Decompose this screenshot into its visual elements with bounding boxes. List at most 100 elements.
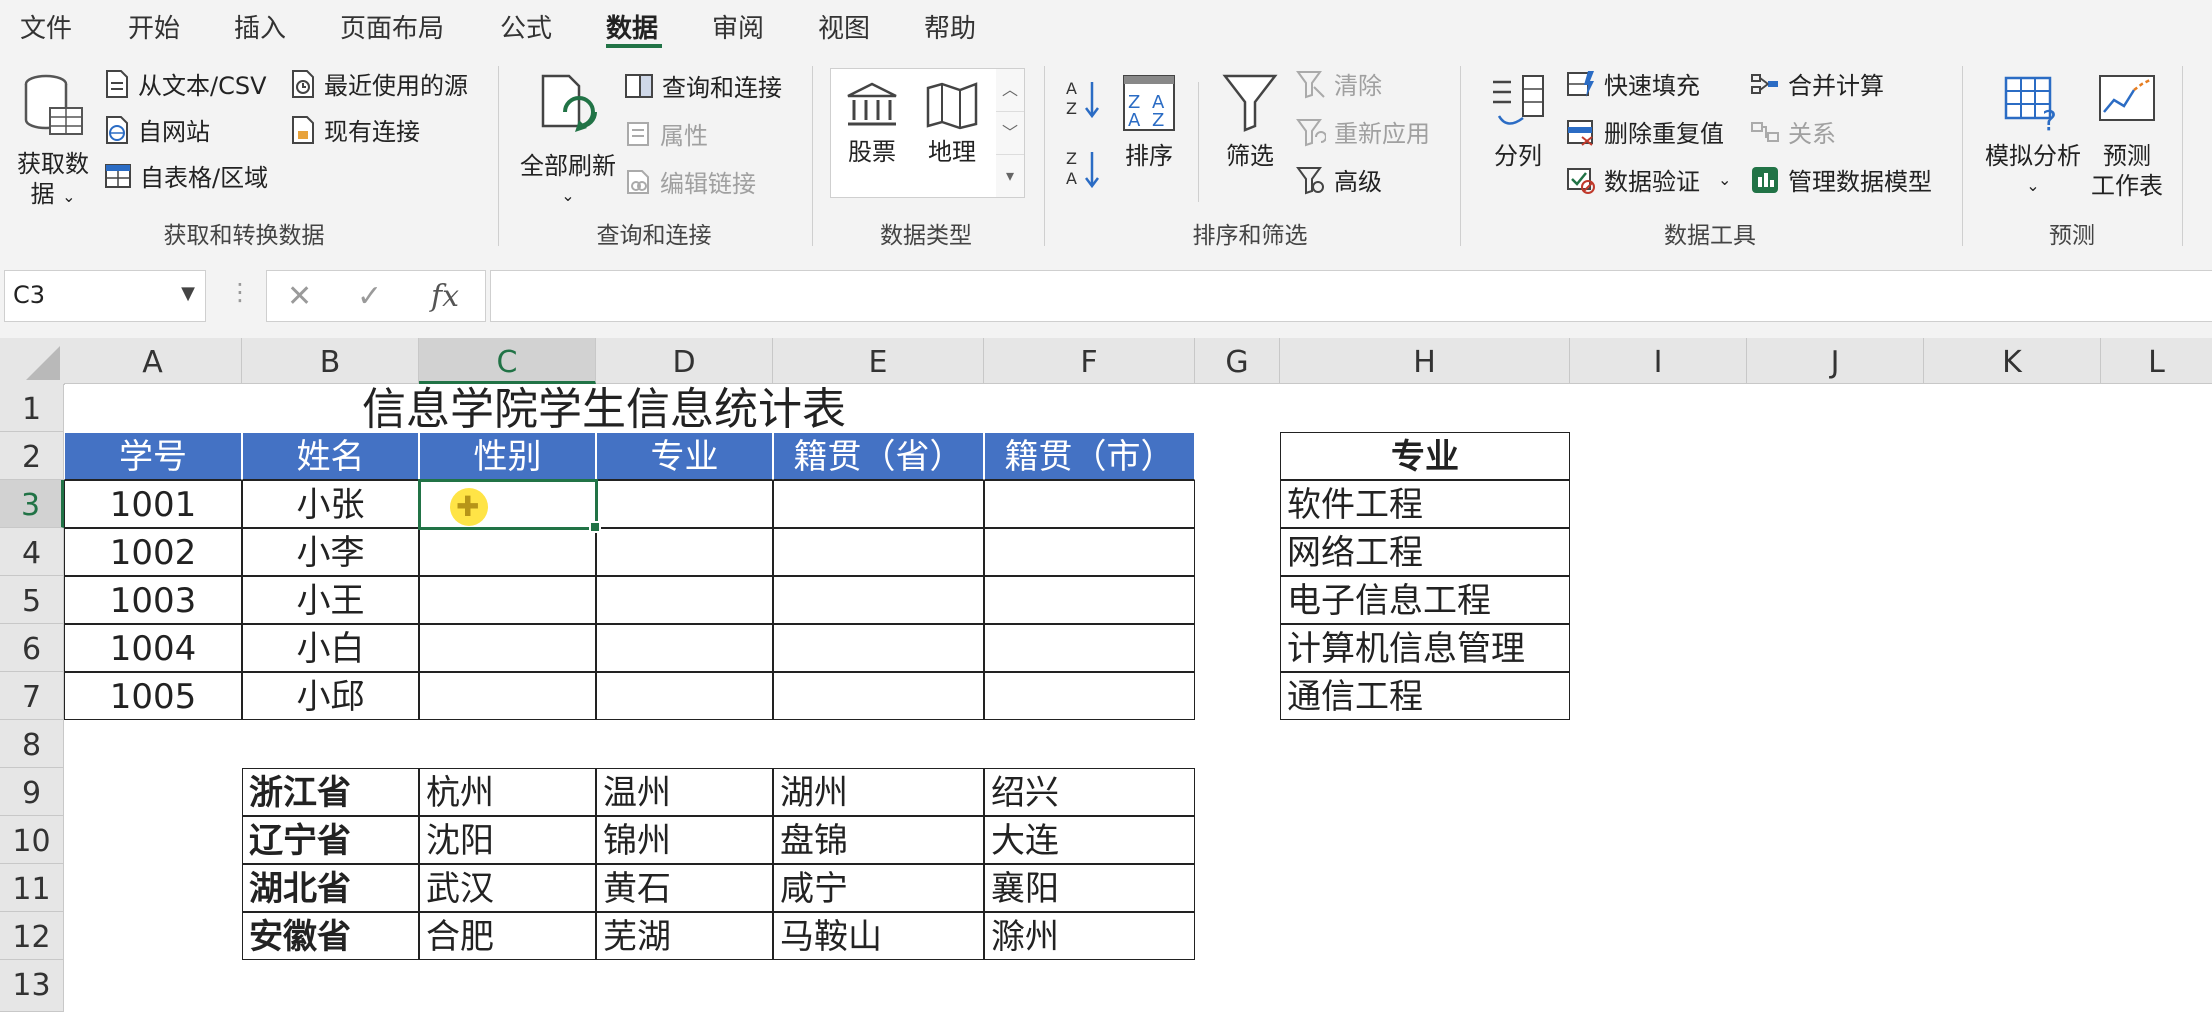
name-box[interactable]: C3 ▼: [4, 270, 206, 322]
sheet-title[interactable]: 信息学院学生信息统计表: [362, 386, 846, 434]
cell-E7[interactable]: [773, 672, 984, 720]
row-header-1[interactable]: 1: [0, 384, 64, 432]
column-header-H[interactable]: H: [1280, 338, 1570, 384]
column-header-G[interactable]: G: [1195, 338, 1280, 384]
cell-F12[interactable]: 滁州: [984, 912, 1195, 960]
sort-button[interactable]: ZAAZ 排序: [1114, 72, 1184, 171]
cell-C7[interactable]: [419, 672, 596, 720]
sort-ascending-button[interactable]: AZ: [1064, 76, 1102, 120]
stocks-button[interactable]: 股票: [836, 80, 908, 167]
cell-D9[interactable]: 温州: [596, 768, 773, 816]
row-header-10[interactable]: 10: [0, 816, 64, 864]
cell-C9[interactable]: 杭州: [419, 768, 596, 816]
column-header-A[interactable]: A: [64, 338, 242, 384]
cell-H7[interactable]: 通信工程: [1280, 672, 1570, 720]
what-if-analysis-button[interactable]: ? 模拟分析 ⌄: [1978, 72, 2088, 201]
tab-data[interactable]: 数据: [606, 8, 658, 45]
cell-B9[interactable]: 浙江省: [242, 768, 419, 816]
tab-view[interactable]: 视图: [818, 8, 870, 45]
header-cell-F2[interactable]: 籍贯（市）: [984, 432, 1195, 480]
chevron-down-icon[interactable]: ⌄: [1718, 170, 1731, 189]
recent-sources-button[interactable]: 最近使用的源: [290, 66, 468, 101]
enter-icon[interactable]: ✓: [357, 279, 382, 314]
cell-E3[interactable]: [773, 480, 984, 528]
expand-gallery-icon[interactable]: ▾: [996, 155, 1024, 197]
cell-D10[interactable]: 锦州: [596, 816, 773, 864]
cell-B4[interactable]: 小李: [242, 528, 419, 576]
header-cell-A2[interactable]: 学号: [64, 432, 242, 480]
formula-input[interactable]: [490, 270, 2212, 322]
cell-A5[interactable]: 1003: [64, 576, 242, 624]
cell-F6[interactable]: [984, 624, 1195, 672]
cell-B11[interactable]: 湖北省: [242, 864, 419, 912]
tab-home[interactable]: 开始: [128, 8, 180, 45]
active-cell-selection[interactable]: [418, 479, 601, 533]
clear-filter-button[interactable]: 清除: [1296, 66, 1382, 101]
cell-D4[interactable]: [596, 528, 773, 576]
data-validation-button[interactable]: 数据验证 ⌄: [1566, 162, 1731, 197]
properties-button[interactable]: 属性: [624, 116, 708, 151]
cell-E11[interactable]: 咸宁: [773, 864, 984, 912]
existing-connections-button[interactable]: 现有连接: [290, 112, 420, 147]
insert-function-icon[interactable]: fx: [431, 279, 459, 314]
header-cell-B2[interactable]: 姓名: [242, 432, 419, 480]
row-header-13[interactable]: 13: [0, 960, 64, 1012]
geography-button[interactable]: 地理: [916, 80, 988, 167]
cell-F7[interactable]: [984, 672, 1195, 720]
row-header-3[interactable]: 3: [0, 480, 64, 528]
cell-A6[interactable]: 1004: [64, 624, 242, 672]
cancel-icon[interactable]: ✕: [287, 279, 312, 314]
row-header-7[interactable]: 7: [0, 672, 64, 720]
cell-F5[interactable]: [984, 576, 1195, 624]
from-text-csv-button[interactable]: 从文本/CSV: [104, 66, 267, 101]
cell-B10[interactable]: 辽宁省: [242, 816, 419, 864]
row-header-6[interactable]: 6: [0, 624, 64, 672]
tab-review[interactable]: 审阅: [712, 8, 764, 45]
from-table-button[interactable]: 自表格/区域: [104, 158, 268, 193]
cell-H5[interactable]: 电子信息工程: [1280, 576, 1570, 624]
cell-B5[interactable]: 小王: [242, 576, 419, 624]
cell-H4[interactable]: 网络工程: [1280, 528, 1570, 576]
advanced-filter-button[interactable]: 高级: [1296, 162, 1382, 197]
more-options-icon[interactable]: ⋮: [228, 278, 252, 306]
cell-H3[interactable]: 软件工程: [1280, 480, 1570, 528]
remove-duplicates-button[interactable]: 删除重复值: [1566, 114, 1724, 149]
header-cell-D2[interactable]: 专业: [596, 432, 773, 480]
cell-B3[interactable]: 小张: [242, 480, 419, 528]
cell-E4[interactable]: [773, 528, 984, 576]
column-header-E[interactable]: E: [773, 338, 984, 384]
cell-F11[interactable]: 襄阳: [984, 864, 1195, 912]
column-header-I[interactable]: I: [1570, 338, 1747, 384]
cell-E6[interactable]: [773, 624, 984, 672]
data-types-scroll[interactable]: ︿ ﹀ ▾: [996, 68, 1025, 198]
chevron-down-icon[interactable]: ▼: [181, 283, 195, 304]
cell-E9[interactable]: 湖州: [773, 768, 984, 816]
column-header-F[interactable]: F: [984, 338, 1195, 384]
cell-C11[interactable]: 武汉: [419, 864, 596, 912]
text-to-columns-button[interactable]: 分列: [1482, 72, 1554, 171]
cell-B12[interactable]: 安徽省: [242, 912, 419, 960]
row-header-9[interactable]: 9: [0, 768, 64, 816]
cell-B7[interactable]: 小邱: [242, 672, 419, 720]
cell-E5[interactable]: [773, 576, 984, 624]
chevron-up-icon[interactable]: ︿: [996, 69, 1024, 112]
tab-insert[interactable]: 插入: [234, 8, 286, 45]
cell-E12[interactable]: 马鞍山: [773, 912, 984, 960]
cell-D12[interactable]: 芜湖: [596, 912, 773, 960]
tab-file[interactable]: 文件: [20, 8, 72, 45]
column-header-B[interactable]: B: [242, 338, 419, 384]
fill-handle[interactable]: [589, 521, 601, 533]
forecast-sheet-button[interactable]: 预测 工作表: [2090, 72, 2164, 201]
queries-connections-button[interactable]: 查询和连接: [624, 68, 782, 103]
column-header-C[interactable]: C: [419, 338, 596, 384]
row-header-4[interactable]: 4: [0, 528, 64, 576]
header-cell-C2[interactable]: 性别: [419, 432, 596, 480]
cell-C12[interactable]: 合肥: [419, 912, 596, 960]
from-web-button[interactable]: 自网站: [104, 112, 210, 147]
cell-H2-major-header[interactable]: 专业: [1280, 432, 1570, 480]
cell-D11[interactable]: 黄石: [596, 864, 773, 912]
cell-C5[interactable]: [419, 576, 596, 624]
filter-button[interactable]: 筛选: [1212, 72, 1288, 171]
relationships-button[interactable]: 关系: [1750, 114, 1836, 149]
edit-links-button[interactable]: 编辑链接: [624, 164, 756, 199]
